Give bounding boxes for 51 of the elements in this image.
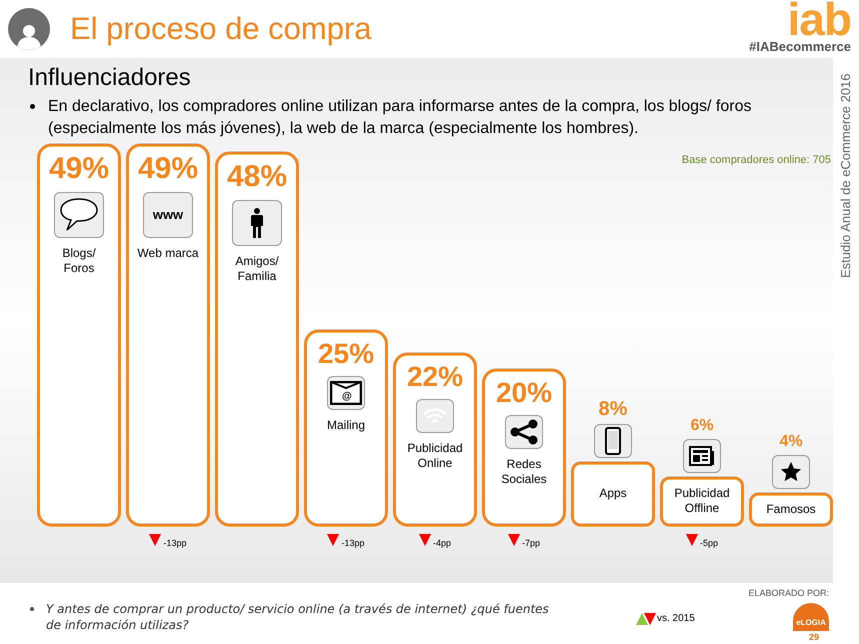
category-label: Redes Sociales [500, 456, 548, 486]
category-label: Amigos/ Familia [234, 254, 280, 284]
phone-icon [594, 424, 632, 458]
category-label: Mailing [326, 418, 366, 432]
up-down-triangles-icon [636, 612, 656, 624]
share-icon [505, 414, 543, 448]
www-icon: www [143, 192, 193, 238]
category-label: Publicidad Offline [673, 486, 731, 516]
shopper-avatar-icon [8, 8, 50, 50]
down-triangle-icon [418, 534, 431, 546]
change-value: -13pp [341, 536, 365, 550]
change-value: -4pp [432, 536, 451, 550]
person-icon [232, 200, 282, 246]
percentage-value: 20% [496, 378, 552, 406]
percentage-value: 25% [318, 340, 374, 368]
percentage-value: 48% [226, 162, 288, 192]
hashtag: #IABecommerce [749, 38, 851, 56]
category-label: Publicidad Online [406, 440, 464, 470]
change-value: -5pp [700, 536, 718, 550]
footnote: Y antes de comprar un producto/ servicio online (a través de internet) ¿qué fuentes de información utilizas? [46, 601, 550, 633]
percentage-value: 49% [48, 154, 110, 184]
category-label: Blogs/ Foros [61, 246, 97, 276]
category-label: Web marca [136, 246, 200, 260]
legend-label: vs. 2015 [657, 612, 695, 626]
percentage-value: 8% [598, 398, 628, 418]
down-triangle-icon [149, 534, 162, 546]
bullet-mark-icon [30, 104, 35, 109]
percentage-value: 6% [690, 418, 714, 434]
wifi-icon [416, 398, 454, 432]
down-triangle-icon [686, 534, 698, 546]
percentage-value: 4% [779, 434, 803, 450]
page-number: 29 [808, 630, 819, 644]
newspaper-icon [683, 438, 721, 472]
iab-logo: iab [788, 1, 851, 38]
elogia-logo: eLOGIA [793, 602, 829, 630]
bullet-mark-icon [30, 607, 34, 611]
slide-title: El proceso de compra [70, 10, 372, 48]
section-title: Influenciadores [28, 64, 192, 92]
bullet-text: En declarativo, los compradores online utilizan para informarse antes de la compra, los blogs/ foros (especialmente los más jóvenes), la web de la marca (especialmente los hombres). [48, 97, 752, 139]
category-label: Famosos [765, 502, 817, 516]
envelope-icon: @ [327, 376, 365, 410]
speech-bubble-icon [54, 192, 104, 238]
category-label: Apps [598, 486, 628, 501]
change-value: -7pp [522, 536, 540, 550]
credit-label: ELABORADO POR: [748, 587, 829, 600]
percentage-value: 49% [138, 154, 198, 184]
base-note: Base compradores online: 705 [682, 153, 831, 168]
down-triangle-icon [508, 534, 520, 546]
down-triangle-icon [327, 534, 340, 546]
change-value: -13pp [163, 536, 187, 550]
percentage-value: 22% [406, 362, 464, 390]
